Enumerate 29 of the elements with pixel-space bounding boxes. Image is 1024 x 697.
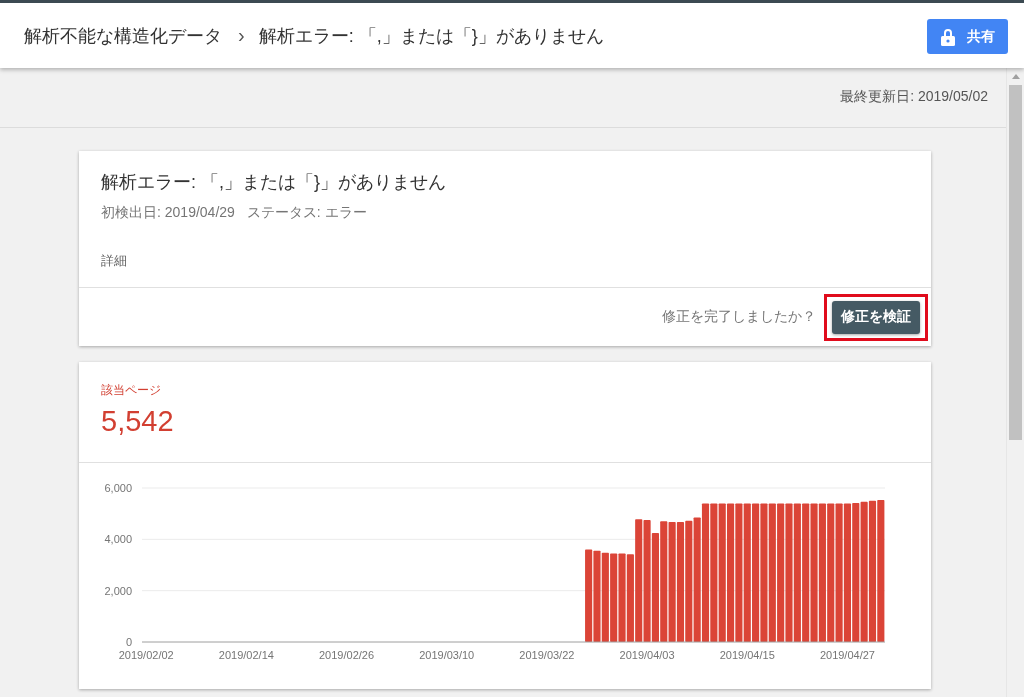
share-button[interactable]: 共有 — [927, 19, 1008, 54]
y-axis-label: 4,000 — [104, 533, 132, 546]
breadcrumb-item: 解析エラー: 「,」または「}」がありません — [258, 24, 604, 48]
x-axis-label: 2019/03/22 — [519, 649, 575, 661]
x-axis-label: 2019/04/03 — [619, 649, 675, 661]
lock-icon — [940, 27, 955, 46]
x-axis-label: 2019/04/27 — [819, 649, 875, 661]
y-axis-label: 2,000 — [104, 584, 132, 597]
question-text: 修正を完了しましたか？ — [662, 308, 816, 326]
scrollbar[interactable] — [1006, 68, 1024, 697]
issue-title: 解析エラー: 「,」または「}」がありません — [101, 171, 447, 194]
last-updated-text: 最終更新日: 2019/05/02 — [840, 87, 988, 106]
verify-button[interactable]: 修正を検証 — [832, 300, 920, 334]
x-axis-label: 2019/02/14 — [218, 649, 274, 661]
x-axis-label: 2019/03/10 — [419, 649, 475, 661]
y-axis-label: 6,000 — [104, 482, 132, 494]
details-link[interactable]: 詳細 — [101, 252, 127, 270]
pages-count: 5,542 — [101, 405, 175, 438]
x-axis-label: 2019/02/02 — [118, 649, 174, 661]
first-detected-text: 初検出日: 2019/04/29 — [101, 204, 235, 222]
scroll-up-icon[interactable] — [1011, 74, 1020, 79]
scrollbar-thumb[interactable] — [1009, 85, 1022, 440]
x-axis-label: 2019/04/15 — [719, 649, 775, 661]
status-text: ステータス: エラー — [246, 204, 367, 222]
x-axis-label: 2019/02/26 — [319, 649, 375, 661]
pages-label: 該当ページ — [101, 382, 162, 399]
breadcrumb-item[interactable]: 解析不能な構造化データ — [24, 23, 222, 48]
breadcrumb-separator: › — [238, 24, 245, 47]
y-axis-label: 0 — [125, 636, 132, 648]
